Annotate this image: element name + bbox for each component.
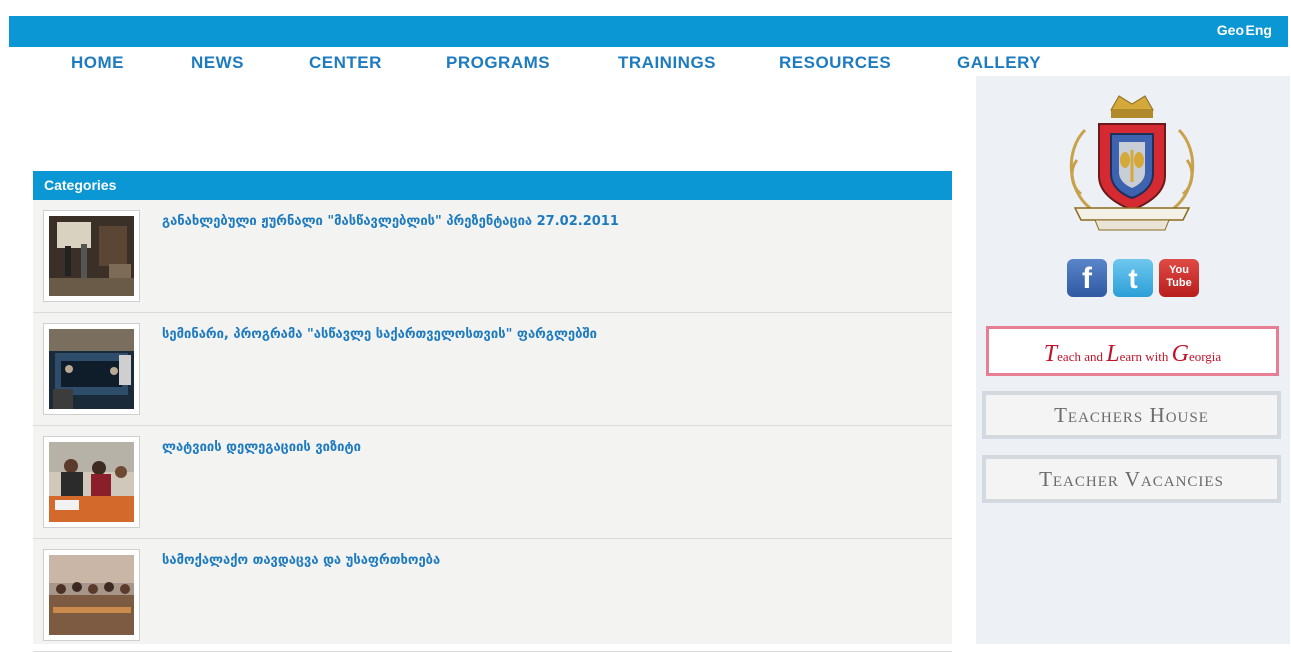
list-item: განახლებული ჟურნალი "მასწავლებლის" პრეზე… — [33, 200, 952, 313]
nav-item-trainings[interactable]: TRAININGS — [618, 53, 716, 73]
language-geo-link[interactable]: Geo — [1217, 22, 1244, 38]
teacher-vacancies-banner[interactable]: Teacher Vacancies — [982, 455, 1281, 503]
nav-item-center[interactable]: CENTER — [309, 53, 382, 73]
right-sidebar: f t You Tube Teach and Learn with Georgi… — [976, 76, 1290, 644]
civil-defense-photo — [49, 555, 134, 635]
ministry-crest-logo — [1069, 95, 1195, 231]
item-thumbnail[interactable] — [43, 549, 140, 641]
language-eng-link[interactable]: Eng — [1246, 22, 1272, 38]
nav-item-home[interactable]: HOME — [71, 53, 124, 73]
item-title[interactable]: სემინარი, პროგრამა "ასწავლე საქართველოსთ… — [162, 327, 597, 342]
main-nav: HOME NEWS CENTER PROGRAMS TRAININGS RESO… — [0, 53, 1291, 73]
item-thumbnail[interactable] — [43, 323, 140, 415]
item-thumbnail[interactable] — [43, 210, 140, 302]
nav-item-gallery[interactable]: GALLERY — [957, 53, 1041, 73]
teach-learn-georgia-banner[interactable]: Teach and Learn with Georgia — [986, 326, 1279, 376]
list-item: სამოქალაქო თავდაცვა და უსაფრთხოება — [33, 539, 952, 652]
delegation-photo — [49, 442, 134, 522]
teachers-house-banner[interactable]: Teachers House — [982, 391, 1281, 439]
item-title[interactable]: განახლებული ჟურნალი "მასწავლებლის" პრეზე… — [162, 214, 619, 229]
categories-header: Categories — [33, 171, 952, 200]
list-item: ლატვიის დელეგაციის ვიზიტი — [33, 426, 952, 539]
facebook-icon[interactable]: f — [1067, 259, 1107, 297]
presentation-photo — [49, 216, 134, 296]
item-title[interactable]: სამოქალაქო თავდაცვა და უსაფრთხოება — [162, 553, 440, 568]
seminar-photo — [49, 329, 134, 409]
nav-item-resources[interactable]: RESOURCES — [779, 53, 891, 73]
categories-list: განახლებული ჟურნალი "მასწავლებლის" პრეზე… — [33, 200, 952, 652]
twitter-icon[interactable]: t — [1113, 259, 1153, 297]
list-item: სემინარი, პროგრამა "ასწავლე საქართველოსთ… — [33, 313, 952, 426]
top-bar: Geo Eng — [9, 16, 1288, 47]
youtube-icon[interactable]: You Tube — [1159, 259, 1199, 297]
item-title[interactable]: ლატვიის დელეგაციის ვიზიტი — [162, 440, 361, 455]
nav-item-news[interactable]: NEWS — [191, 53, 244, 73]
nav-item-programs[interactable]: PROGRAMS — [446, 53, 550, 73]
categories-title: Categories — [44, 177, 117, 193]
item-thumbnail[interactable] — [43, 436, 140, 528]
